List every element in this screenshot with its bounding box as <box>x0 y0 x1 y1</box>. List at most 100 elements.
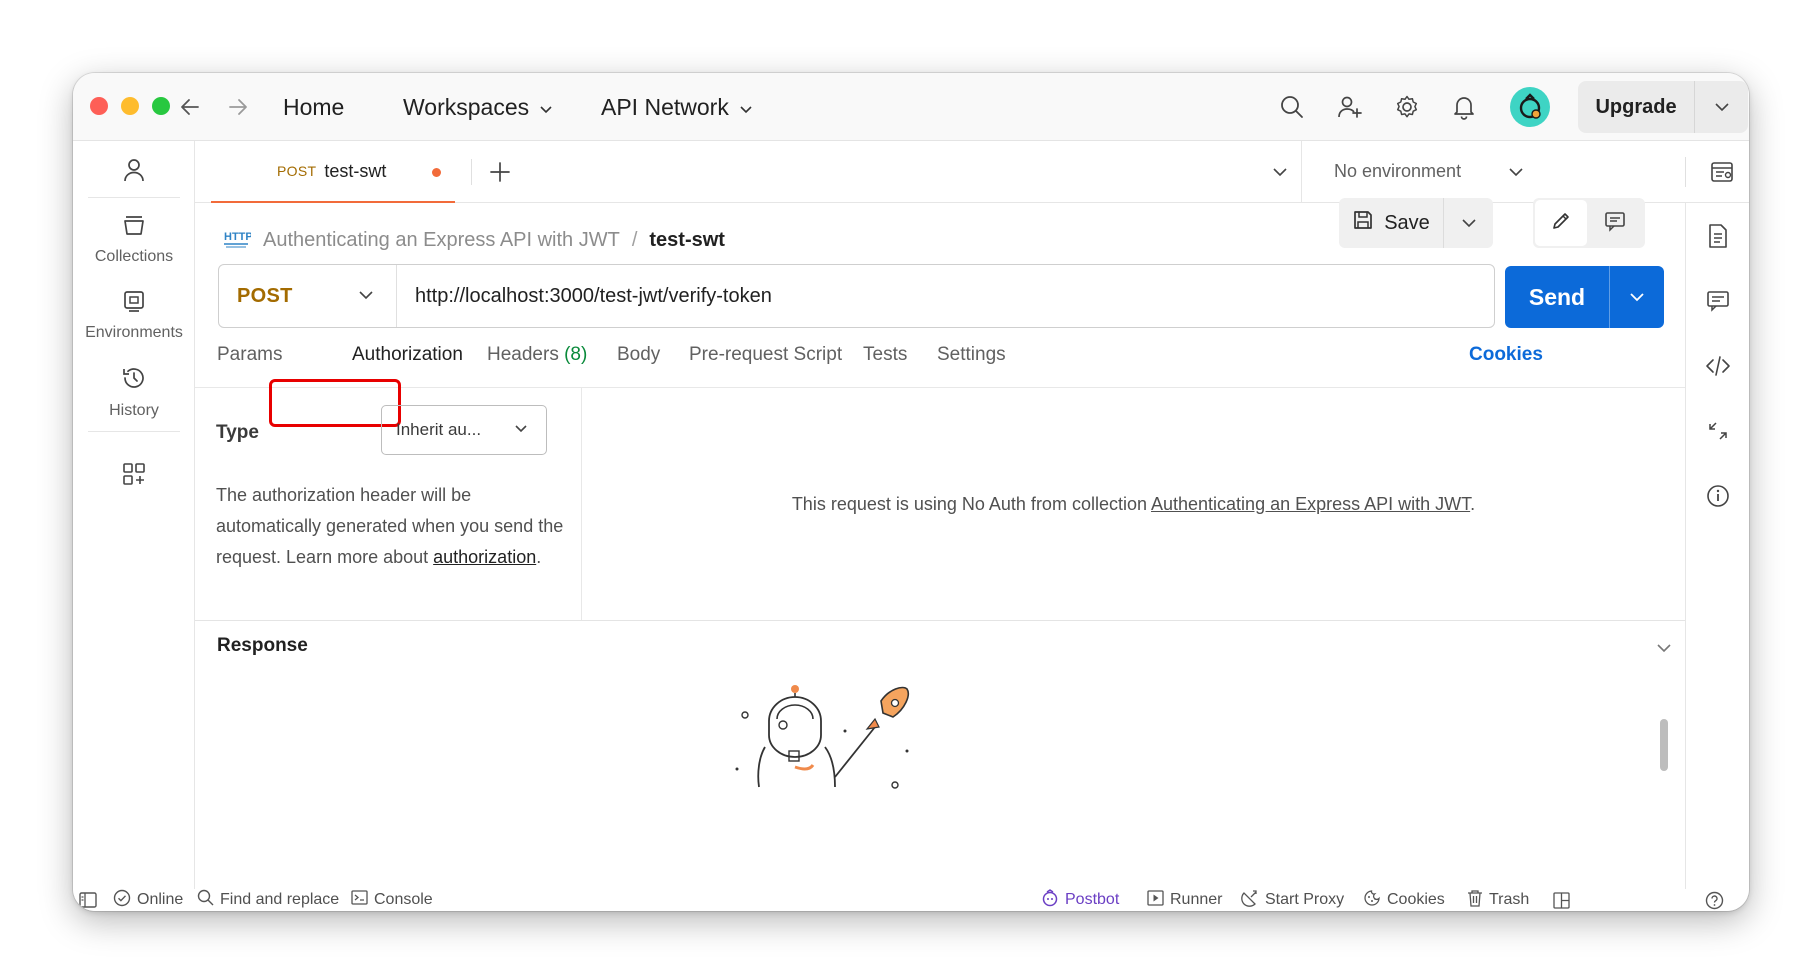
online-status[interactable]: Online <box>113 889 183 911</box>
pencil-icon <box>1550 210 1572 237</box>
help-icon[interactable] <box>1705 889 1724 911</box>
runner-button[interactable]: Runner <box>1147 889 1222 911</box>
console-button[interactable]: Console <box>351 889 433 911</box>
tab-authorization[interactable]: Authorization <box>352 344 463 366</box>
response-title: Response <box>217 635 308 656</box>
trash-button[interactable]: Trash <box>1467 889 1529 911</box>
svg-text:HTTP: HTTP <box>224 231 251 243</box>
save-button[interactable]: Save <box>1339 198 1443 248</box>
unsaved-changes-dot <box>432 168 441 177</box>
save-options-caret[interactable] <box>1443 198 1493 248</box>
tab-overflow-chevron-icon[interactable] <box>1265 157 1295 187</box>
collapse-response-chevron-icon[interactable] <box>1653 637 1675 659</box>
documentation-icon[interactable] <box>1703 221 1733 251</box>
sidebar-item-account[interactable] <box>73 157 195 188</box>
sidebar-item-history[interactable]: History <box>73 365 195 420</box>
upgrade-menu-caret[interactable] <box>1694 81 1748 133</box>
history-icon <box>121 365 147 396</box>
minimize-window-button[interactable] <box>121 97 139 115</box>
collections-icon <box>122 213 146 242</box>
tab-body[interactable]: Body <box>617 344 660 366</box>
related-collections-icon[interactable] <box>1703 416 1733 446</box>
cookies-button[interactable]: Cookies <box>1363 889 1445 911</box>
postman-window: Home Workspaces API Network Upgrade Coll… <box>73 73 1749 911</box>
invite-user-icon[interactable] <box>1335 92 1365 122</box>
breadcrumb-request-name[interactable]: test-swt <box>649 229 725 252</box>
tab-settings[interactable]: Settings <box>937 344 1006 366</box>
satellite-icon <box>1241 889 1259 912</box>
postbot-icon <box>1041 888 1059 912</box>
auth-description: The authorization header will be automat… <box>216 485 564 567</box>
info-icon[interactable] <box>1703 481 1733 511</box>
close-window-button[interactable] <box>90 97 108 115</box>
comments-button[interactable] <box>1587 198 1643 248</box>
user-avatar[interactable] <box>1510 87 1550 127</box>
tab-pre-request-script[interactable]: Pre-request Script <box>689 344 842 366</box>
nav-workspaces[interactable]: Workspaces <box>403 93 553 121</box>
sidebar-item-apps[interactable] <box>73 461 195 492</box>
collection-auth-link[interactable]: Authenticating an Express API with JWT <box>1151 494 1470 514</box>
code-snippet-icon[interactable] <box>1703 351 1733 381</box>
send-button[interactable]: Send <box>1505 284 1609 311</box>
headers-count-badge: (8) <box>564 344 588 365</box>
new-tab-plus-icon[interactable] <box>485 157 515 187</box>
chevron-down-icon <box>539 93 553 121</box>
cookies-link[interactable]: Cookies <box>1469 344 1543 366</box>
breadcrumb: HTTP Authenticating an Express API with … <box>223 225 725 255</box>
edit-pencil-button[interactable] <box>1535 200 1587 246</box>
trash-icon <box>1467 889 1483 912</box>
nav-home[interactable]: Home <box>283 93 344 121</box>
search-icon <box>197 889 214 911</box>
layout-toggle-icon[interactable] <box>1553 889 1570 911</box>
chevron-down-icon <box>514 421 528 439</box>
tab-test-swt[interactable]: POST test-swt <box>211 141 455 203</box>
right-context-rail <box>1685 203 1749 889</box>
request-tab-bar: POST test-swt No environment <box>195 141 1749 203</box>
sidebar-item-collections[interactable]: Collections <box>73 213 195 266</box>
http-request-icon: HTTP <box>223 227 253 254</box>
upgrade-label: Upgrade <box>1595 95 1677 118</box>
back-arrow-icon[interactable] <box>175 92 205 122</box>
send-options-caret[interactable] <box>1609 266 1664 328</box>
cookie-icon <box>1363 889 1381 912</box>
tab-name-label: test-swt <box>324 160 387 181</box>
console-icon <box>351 890 368 910</box>
response-scrollbar[interactable] <box>1660 719 1668 771</box>
maximize-window-button[interactable] <box>152 97 170 115</box>
breadcrumb-collection[interactable]: Authenticating an Express API with JWT <box>263 229 620 252</box>
left-sidebar: Collections Environments History <box>73 141 195 889</box>
toggle-sidebar-icon[interactable] <box>79 889 97 911</box>
forward-arrow-icon[interactable] <box>223 92 253 122</box>
no-auth-notice: This request is using No Auth from colle… <box>791 493 1476 514</box>
http-method-select[interactable]: POST <box>219 265 397 327</box>
tab-params[interactable]: Params <box>217 344 282 366</box>
tab-method-label: POST <box>277 163 317 179</box>
auth-type-panel: Type Inherit au... The authorization hea… <box>195 388 582 620</box>
authorization-docs-link[interactable]: authorization <box>433 547 536 567</box>
auth-type-label: Type <box>216 422 259 443</box>
url-input[interactable] <box>397 265 1494 327</box>
comment-icon[interactable] <box>1703 286 1733 316</box>
notification-bell-icon[interactable] <box>1449 92 1479 122</box>
tab-headers[interactable]: Headers (8) <box>487 344 587 366</box>
upgrade-button[interactable]: Upgrade <box>1578 81 1748 133</box>
chevron-down-icon <box>739 93 753 121</box>
start-proxy-button[interactable]: Start Proxy <box>1241 889 1344 911</box>
status-bar: Online Find and replace Console Postbot … <box>73 888 1749 912</box>
request-url-bar: POST <box>218 264 1495 328</box>
search-icon[interactable] <box>1277 92 1307 122</box>
postbot-button[interactable]: Postbot <box>1041 888 1119 912</box>
tab-tests[interactable]: Tests <box>863 344 907 366</box>
environment-chevron-icon[interactable] <box>1501 157 1531 187</box>
nav-api-network[interactable]: API Network <box>601 93 753 121</box>
environment-quick-look-icon[interactable] <box>1707 157 1737 187</box>
find-and-replace-button[interactable]: Find and replace <box>197 889 339 911</box>
settings-gear-icon[interactable] <box>1392 92 1422 122</box>
sidebar-item-environments[interactable]: Environments <box>73 289 195 342</box>
save-disk-icon <box>1352 209 1374 237</box>
check-circle-icon <box>113 889 131 912</box>
auth-type-select[interactable]: Inherit au... <box>381 405 547 455</box>
save-button-group: Save <box>1339 198 1493 248</box>
environment-selector[interactable]: No environment <box>1334 161 1461 182</box>
edit-view-toggle <box>1533 198 1645 248</box>
